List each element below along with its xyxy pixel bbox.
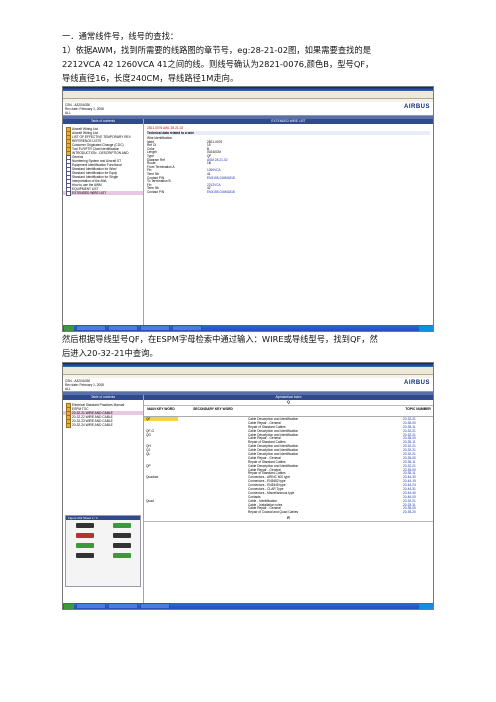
folder-icon [66,422,71,428]
taskbar [63,325,433,331]
index-main-key: Quadrax [146,475,159,480]
wire-data-row: Contact P/N EN3155-016M1818 [147,189,430,194]
index-row: Repair of Coaxial and Quad Cables 20-35-2… [144,510,433,514]
index-main-key: QP [146,463,151,468]
taskbar-item[interactable] [140,603,170,609]
connector-figure [112,552,131,558]
paragraph-line: 1）依据AWM，找到所需要的线路图的章节号，eg:28-21-02图，如果需要查… [62,45,372,55]
start-button[interactable] [64,325,74,331]
taskbar-item[interactable] [76,603,106,609]
taskbar-item[interactable] [108,603,138,609]
wire-data-value[interactable]: EN3155-016M1818 [207,176,235,179]
wire-list-pane: EXTENDED WIRE LIST 2821-0076 AWL 28-21-0… [144,119,433,325]
screenshot-awm: CSN - A320/A330 Rev date: February 1, 20… [62,86,434,332]
index-main-key: Quad [146,498,154,503]
page-icon [66,190,71,196]
app-header: CSN - A320/A330 Rev date: February 1, 20… [63,102,433,116]
start-button[interactable] [64,603,74,609]
screenshot-espm: CSN - A320/A330 Rev date: February 1, 20… [62,362,434,610]
paragraph-line: 然后根据导线型号QF，在ESPM字母检索中通过输入：WIRE或导线型号，找到QF… [62,334,378,344]
index-main-key: QL [146,451,151,456]
section-title: Technical data related to a wire [147,131,430,135]
heading-wire-lookup: 一．通常线件号，线号的查找： [62,31,179,41]
taskbar-item[interactable] [108,325,138,331]
paragraph-line: 2212VCA 42 1260VCA 41之间的线。则线号确认为2821-007… [62,59,374,69]
toc-item[interactable]: EXTENDED WIRE LIST [63,190,143,196]
connector-figure [75,522,94,528]
toc-item-label: EXTENDED WIRE LIST [72,191,107,195]
effectivity: ALL [65,387,71,391]
taskbar [63,603,433,609]
index-topic-link[interactable]: 20-35-20 [403,510,433,514]
taskbar-item[interactable] [140,325,170,331]
col-main: MAIN KEY WORD [147,407,175,411]
effectivity: ALL [65,111,71,115]
connector-figure [112,522,131,528]
figure-panel: Figure 001 Sheet 1 / 2 [65,515,141,587]
index-description: Repair of Coaxial and Quad Cables [248,510,299,515]
connector-figure [112,542,131,548]
airbus-logo: AIRBUS [403,104,430,110]
col-topic: TOPIC NUMBER [405,407,431,411]
connector-figure [75,532,94,538]
toc-item-label: 20-32-24 WIRE AND CABLE [72,423,113,427]
paragraph-line: 导线直径16，长度240CM，导线路径1M走向。 [62,73,239,83]
wire-data-value[interactable]: EN3155-016M1818 [207,190,235,193]
col-secondary: SECONDARY KEY WORD [193,407,233,411]
connector-figure [75,552,94,558]
system-tray [419,325,433,331]
wire-reference: 2821-0076 AWL 28-21-02 [147,126,184,130]
index-letter: R [144,516,433,523]
connector-figure [112,532,131,538]
wire-data-value: 1M [207,161,212,165]
index-pane: Alphabetical Index Q MAIN KEY WORD SECON… [144,395,433,603]
toc-pane: Table of contents Electrical Standard Pr… [63,395,144,603]
wire-data-key: Contact P/N [147,189,165,194]
taskbar-item[interactable] [172,325,202,331]
toc-item[interactable]: 20-32-24 WIRE AND CABLE [63,422,143,428]
index-column-headers: MAIN KEY WORD SECONDARY KEY WORD TOPIC N… [144,406,433,417]
paragraph-line: 后进入20-32-21中查询。 [62,348,158,358]
airbus-logo: AIRBUS [403,380,430,386]
system-tray [419,603,433,609]
taskbar-item[interactable] [76,325,106,331]
index-main-key: QG [146,432,151,437]
toc-pane: Table of contents Aircraft Wiring List Ai… [63,119,144,325]
index-main-key: QF [144,416,178,421]
app-header: CSN - A320/A330 Rev date: February 1, 20… [63,378,433,392]
connector-figure [75,542,94,548]
